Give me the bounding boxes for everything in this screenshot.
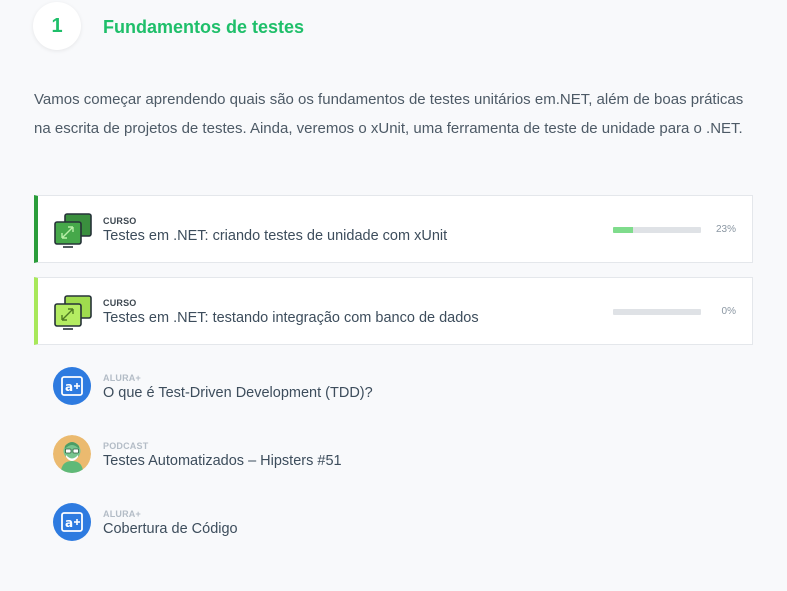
course-type-label: CURSO bbox=[103, 298, 137, 308]
alura-plus-item[interactable]: a ALURA+ O que é Test-Driven Development… bbox=[53, 367, 553, 407]
step-description: Vamos começar aprendendo quais são os fu… bbox=[34, 91, 744, 137]
course-screens-icon bbox=[54, 295, 92, 330]
course-screens-icon bbox=[54, 213, 92, 248]
course-progress-bar bbox=[613, 227, 701, 233]
course-title[interactable]: Testes em .NET: testando integração com … bbox=[103, 310, 479, 326]
svg-text:a: a bbox=[65, 380, 73, 394]
svg-text:a: a bbox=[65, 516, 73, 530]
course-type-label: CURSO bbox=[103, 216, 137, 226]
course-card[interactable]: CURSO Testes em .NET: criando testes de … bbox=[34, 195, 753, 263]
extra-title[interactable]: Cobertura de Código bbox=[103, 521, 238, 537]
step-number-badge: 1 bbox=[33, 2, 81, 50]
alura-plus-icon: a bbox=[53, 367, 91, 405]
course-progress-label: 23% bbox=[715, 224, 736, 235]
alura-plus-item[interactable]: a ALURA+ Cobertura de Código bbox=[53, 503, 553, 543]
extra-title[interactable]: O que é Test-Driven Development (TDD)? bbox=[103, 385, 373, 401]
extra-type-label: ALURA+ bbox=[103, 373, 141, 383]
alura-plus-icon: a bbox=[53, 503, 91, 541]
step-title: Fundamentos de testes bbox=[103, 17, 305, 37]
podcast-item[interactable]: PODCAST Testes Automatizados – Hipsters … bbox=[53, 435, 553, 475]
course-progress-bar bbox=[613, 309, 701, 315]
course-progress-label: 0% bbox=[721, 306, 736, 317]
course-title[interactable]: Testes em .NET: criando testes de unidad… bbox=[103, 228, 447, 244]
extra-type-label: PODCAST bbox=[103, 441, 149, 451]
step-number: 1 bbox=[51, 14, 63, 37]
course-progress-fill bbox=[613, 227, 634, 233]
extra-type-label: ALURA+ bbox=[103, 509, 141, 519]
extra-title[interactable]: Testes Automatizados – Hipsters #51 bbox=[103, 453, 342, 469]
course-card[interactable]: CURSO Testes em .NET: testando integraçã… bbox=[34, 277, 753, 345]
podcast-avatar-icon bbox=[53, 435, 91, 473]
